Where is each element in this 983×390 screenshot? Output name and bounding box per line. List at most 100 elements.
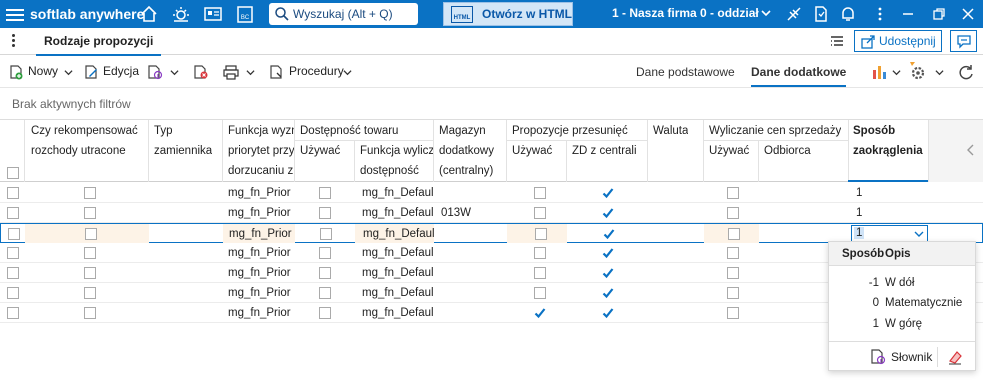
kompensacja-checkbox[interactable] — [84, 247, 96, 259]
document-info-icon[interactable] — [146, 64, 164, 80]
print-icon[interactable] — [222, 64, 240, 80]
tab-dane-podstawowe[interactable]: Dane podstawowe — [636, 65, 735, 79]
magazyn-cell: 013W — [441, 207, 472, 219]
wylicz-uzywac-checkbox[interactable] — [727, 247, 739, 259]
row-select-checkbox[interactable] — [7, 307, 19, 319]
card-icon[interactable] — [203, 4, 223, 24]
search-input[interactable]: Wyszukaj (Alt + Q) — [269, 3, 418, 25]
dost-uzywac-checkbox[interactable] — [319, 247, 331, 259]
share-button[interactable]: Udostępnij — [854, 30, 942, 52]
bell-icon[interactable] — [838, 4, 858, 24]
select-all-checkbox[interactable] — [7, 167, 19, 179]
more-icon[interactable] — [870, 4, 890, 24]
table-row[interactable]: mg_fn_Prior mg_fn_Defaul 013W 1 — [0, 203, 983, 223]
minimize-icon[interactable] — [898, 4, 918, 24]
header-magazyn-3: (centralny) — [439, 165, 494, 177]
search-placeholder: Wyszukaj (Alt + Q) — [293, 7, 393, 21]
bc-icon[interactable]: BC — [235, 4, 255, 24]
sun-icon[interactable] — [171, 4, 191, 24]
refresh-icon[interactable] — [956, 62, 976, 82]
przes-uzywac-checkbox[interactable] — [534, 267, 546, 279]
delete-document-icon[interactable] — [192, 64, 210, 80]
dost-funkcja-cell: mg_fn_Defaul — [362, 267, 433, 279]
menu-icon[interactable] — [6, 6, 24, 22]
settings-icon[interactable] — [906, 60, 930, 82]
row-select-checkbox[interactable] — [7, 267, 19, 279]
chart-icon[interactable] — [870, 62, 890, 82]
procedures-button[interactable]: Procedury — [289, 64, 344, 78]
wylicz-uzywac-checkbox[interactable] — [727, 267, 739, 279]
przes-uzywac-checkbox[interactable] — [534, 307, 546, 319]
kompensacja-checkbox[interactable] — [84, 187, 96, 199]
info-chevron-icon[interactable] — [170, 68, 179, 77]
eraser-icon[interactable] — [946, 348, 964, 366]
table-row[interactable]: mg_fn_Prior mg_fn_Defaul 1 — [0, 223, 983, 243]
document-icon[interactable] — [811, 4, 831, 24]
wylicz-uzywac-checkbox[interactable] — [727, 307, 739, 319]
kompensacja-checkbox[interactable] — [84, 267, 96, 279]
dropdown-option[interactable]: -1 W dół — [829, 274, 975, 294]
zd-centrali-checkbox[interactable] — [602, 247, 614, 259]
kompensacja-checkbox[interactable] — [85, 228, 97, 240]
zd-centrali-checkbox[interactable] — [603, 228, 615, 240]
option-label: W dół — [885, 277, 915, 289]
tab-dane-dodatkowe[interactable]: Dane dodatkowe — [751, 65, 847, 87]
no-signal-icon[interactable] — [784, 4, 804, 24]
przes-uzywac-checkbox[interactable] — [534, 247, 546, 259]
dost-uzywac-checkbox[interactable] — [320, 228, 332, 240]
kompensacja-checkbox[interactable] — [84, 207, 96, 219]
kompensacja-checkbox[interactable] — [84, 307, 96, 319]
dropdown-option[interactable]: 0 Matematycznie — [829, 294, 975, 314]
home-icon[interactable] — [139, 4, 159, 24]
open-html-button[interactable]: HTML Otwórz w HTML — [443, 2, 573, 26]
dictionary-button[interactable]: Słownik — [891, 350, 932, 364]
row-select-checkbox[interactable] — [7, 287, 19, 299]
zd-centrali-checkbox[interactable] — [602, 307, 614, 319]
list-view-icon[interactable] — [828, 33, 846, 51]
wylicz-uzywac-checkbox[interactable] — [727, 187, 739, 199]
row-select-checkbox[interactable] — [8, 228, 20, 240]
close-icon[interactable] — [958, 4, 978, 24]
option-label: W górę — [885, 318, 923, 330]
new-button[interactable]: Nowy — [28, 64, 58, 78]
dost-uzywac-checkbox[interactable] — [319, 287, 331, 299]
procedures-chevron-icon[interactable] — [343, 68, 352, 77]
przes-uzywac-checkbox[interactable] — [534, 187, 546, 199]
wylicz-uzywac-checkbox[interactable] — [728, 228, 740, 240]
row-select-checkbox[interactable] — [7, 247, 19, 259]
company-selector[interactable]: 1 - Nasza firma 0 - oddział — [612, 6, 759, 20]
zd-centrali-checkbox[interactable] — [602, 267, 614, 279]
zd-centrali-checkbox[interactable] — [602, 207, 614, 219]
chart-chevron-icon[interactable] — [892, 68, 901, 77]
kebab-menu-icon[interactable] — [12, 34, 16, 49]
restore-icon[interactable] — [929, 4, 949, 24]
dost-uzywac-checkbox[interactable] — [319, 307, 331, 319]
wylicz-uzywac-checkbox[interactable] — [727, 287, 739, 299]
table-row[interactable]: mg_fn_Prior mg_fn_Defaul 1 — [0, 183, 983, 203]
wylicz-uzywac-checkbox[interactable] — [727, 207, 739, 219]
dost-uzywac-checkbox[interactable] — [319, 187, 331, 199]
row-select-checkbox[interactable] — [7, 187, 19, 199]
row-select-checkbox[interactable] — [7, 207, 19, 219]
print-chevron-icon[interactable] — [246, 68, 255, 77]
sposob-dropdown: Sposób Opis -1 W dół 0 Matematycznie 1 W… — [828, 241, 976, 371]
scroll-left-icon[interactable] — [966, 144, 976, 156]
tab-rodzaje-propozycji[interactable]: Rodzaje propozycji — [36, 34, 162, 56]
kompensacja-checkbox[interactable] — [84, 287, 96, 299]
dost-uzywac-checkbox[interactable] — [319, 207, 331, 219]
edit-button[interactable]: Edycja — [103, 64, 139, 78]
przes-uzywac-checkbox[interactable] — [534, 287, 546, 299]
sposob-select[interactable]: 1 — [851, 225, 928, 242]
dost-uzywac-checkbox[interactable] — [319, 267, 331, 279]
header-typ-1: Typ — [154, 125, 173, 137]
dropdown-option[interactable]: 1 W górę — [829, 315, 975, 335]
zd-centrali-checkbox[interactable] — [602, 287, 614, 299]
przes-uzywac-checkbox[interactable] — [535, 228, 547, 240]
przes-uzywac-checkbox[interactable] — [534, 207, 546, 219]
messages-button[interactable] — [950, 30, 977, 52]
new-chevron-icon[interactable] — [64, 68, 73, 77]
chevron-down-icon[interactable] — [914, 230, 924, 238]
settings-chevron-icon[interactable] — [935, 68, 944, 77]
zd-centrali-checkbox[interactable] — [602, 187, 614, 199]
chevron-down-icon[interactable] — [760, 7, 772, 19]
